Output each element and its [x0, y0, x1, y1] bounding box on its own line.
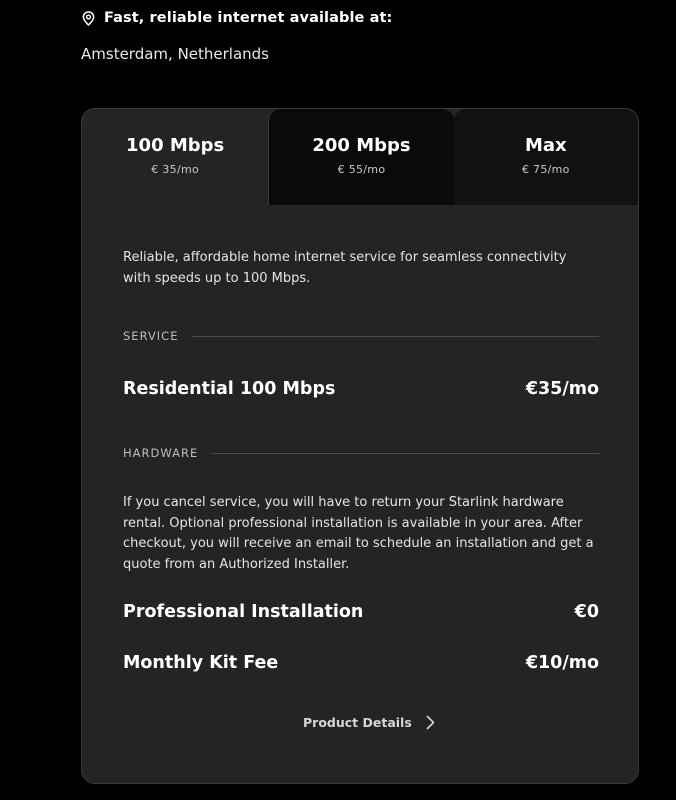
- tab-price: € 35/mo: [151, 163, 200, 176]
- tab-name: Max: [524, 135, 567, 156]
- plan-card: 100 Mbps € 35/mo 200 Mbps € 55/mo Max € …: [81, 108, 639, 784]
- tab-name: 200 Mbps: [312, 135, 411, 156]
- installation-price: €0: [574, 602, 599, 622]
- section-divider: [212, 452, 599, 454]
- service-line-item: Residential 100 Mbps €35/mo: [123, 379, 599, 399]
- section-label: HARDWARE: [123, 446, 199, 460]
- product-details-label: Product Details: [303, 715, 412, 730]
- location-city: Amsterdam, Netherlands: [81, 45, 269, 63]
- chevron-right-icon: [426, 715, 435, 730]
- location-title: Fast, reliable internet available at:: [104, 10, 393, 26]
- kit-fee-line-item: Monthly Kit Fee €10/mo: [123, 653, 599, 673]
- tab-price: € 55/mo: [337, 163, 386, 176]
- tab-max[interactable]: Max € 75/mo: [453, 109, 638, 205]
- section-divider: [192, 335, 599, 337]
- plan-tabs: 100 Mbps € 35/mo 200 Mbps € 55/mo Max € …: [82, 109, 638, 205]
- tab-100-mbps[interactable]: 100 Mbps € 35/mo: [82, 109, 269, 205]
- location-header: Fast, reliable internet available at:: [82, 10, 392, 26]
- tab-200-mbps[interactable]: 200 Mbps € 55/mo: [268, 109, 454, 205]
- installation-line-item: Professional Installation €0: [123, 602, 599, 622]
- kit-fee-name: Monthly Kit Fee: [123, 653, 279, 673]
- tab-price: € 75/mo: [521, 163, 570, 176]
- kit-fee-price: €10/mo: [525, 653, 599, 673]
- section-label: SERVICE: [123, 329, 179, 343]
- map-pin-icon: [82, 10, 95, 26]
- hardware-section-heading: HARDWARE: [123, 446, 599, 460]
- service-name: Residential 100 Mbps: [123, 379, 336, 399]
- plan-description: Reliable, affordable home internet servi…: [123, 250, 567, 286]
- service-section-heading: SERVICE: [123, 329, 599, 343]
- tab-name: 100 Mbps: [126, 135, 225, 156]
- installation-name: Professional Installation: [123, 602, 364, 622]
- hardware-description: If you cancel service, you will have to …: [123, 495, 594, 572]
- product-details-link[interactable]: Product Details: [303, 715, 435, 730]
- service-price: €35/mo: [525, 379, 599, 399]
